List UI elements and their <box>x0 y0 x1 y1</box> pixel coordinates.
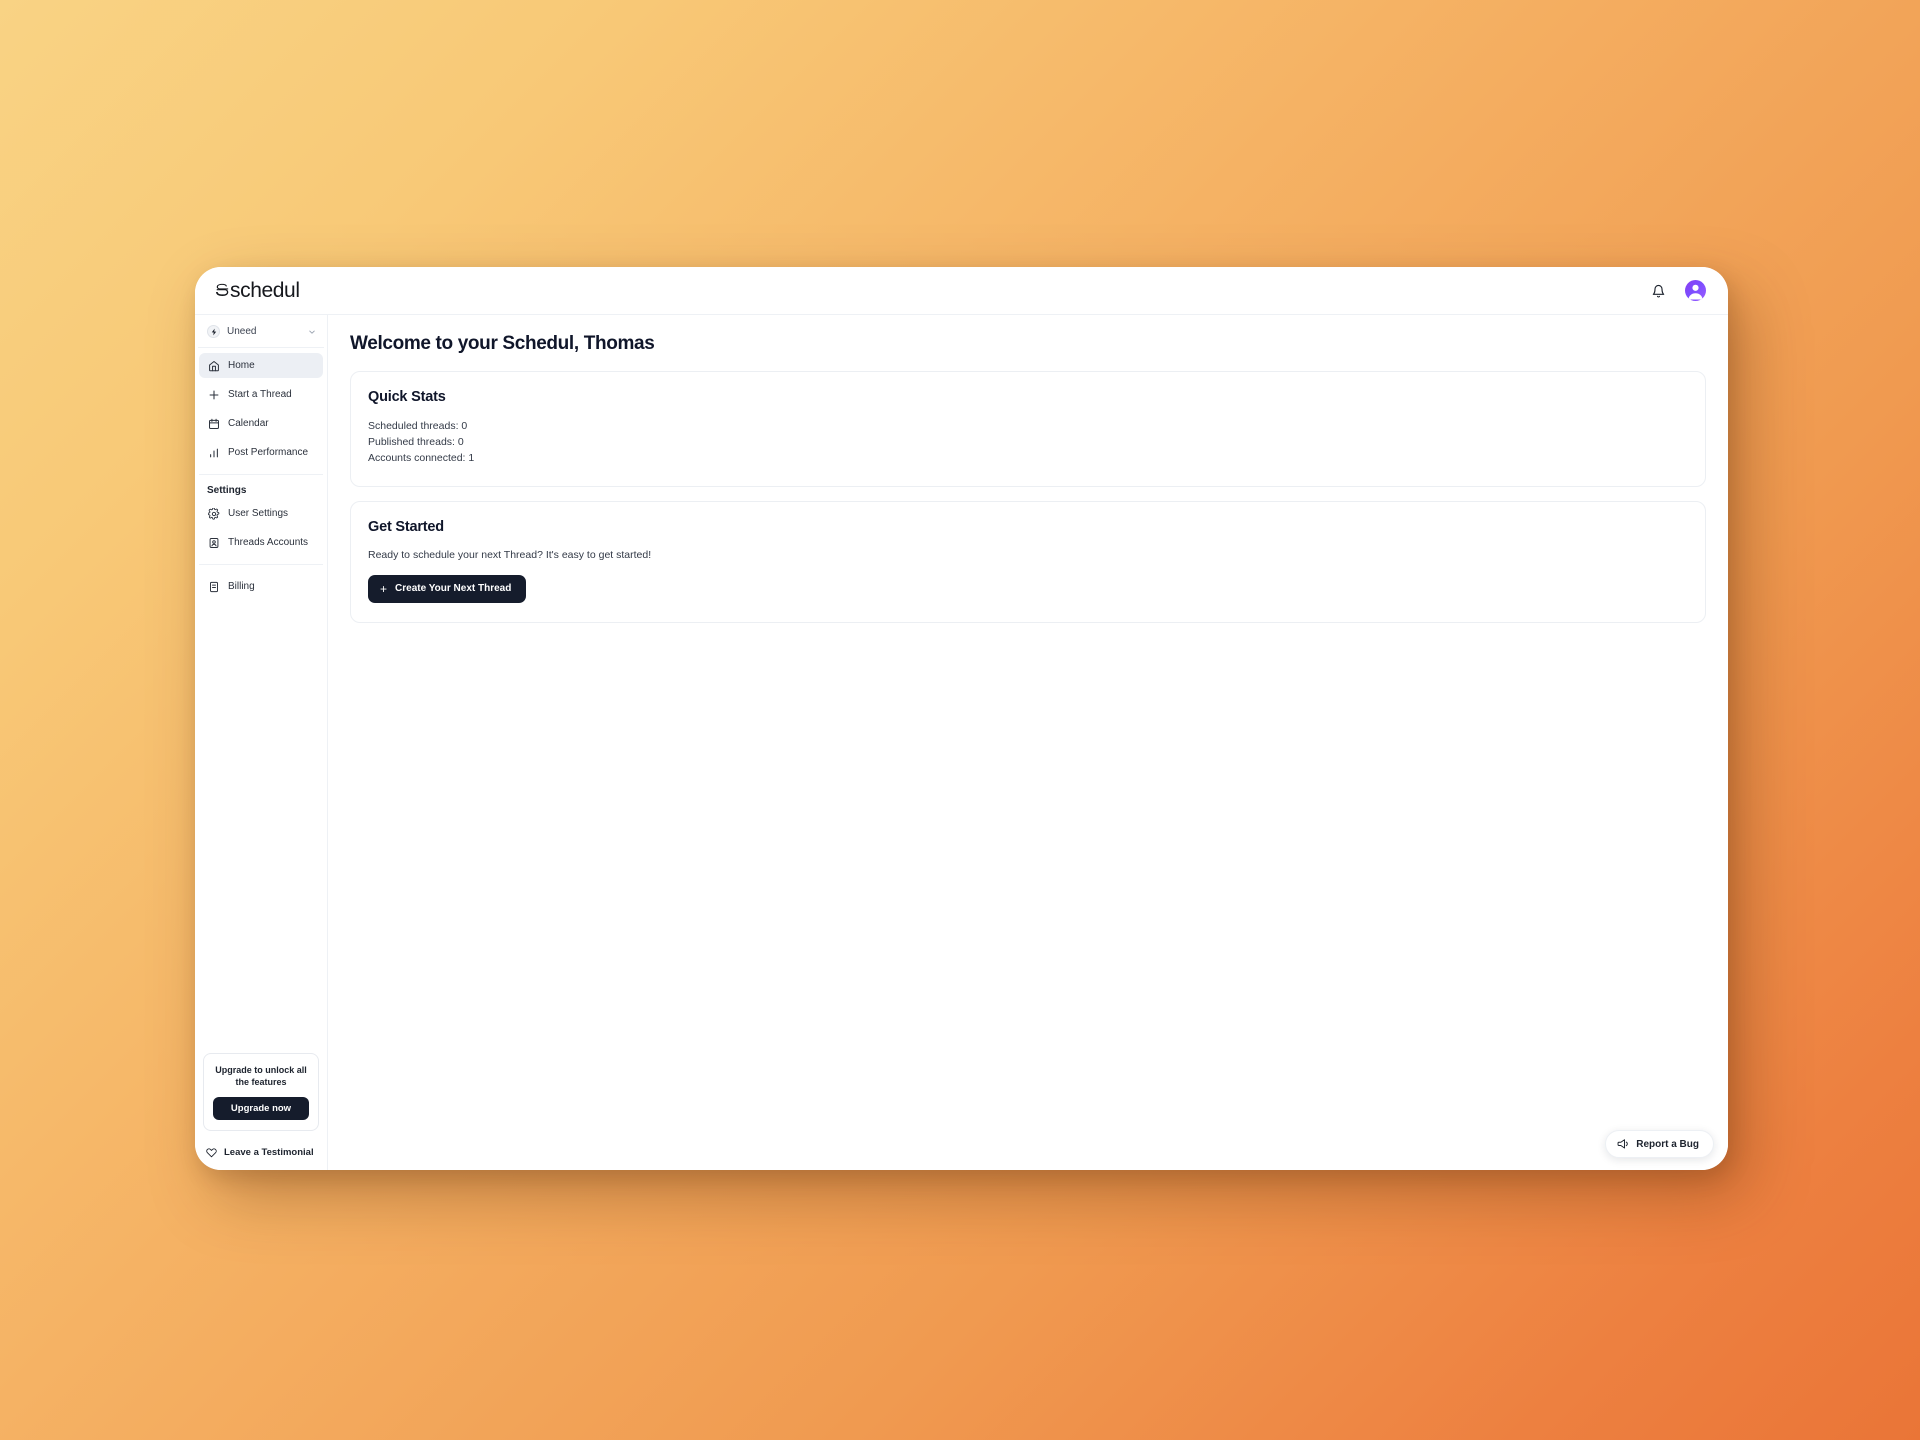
billing-card-icon <box>207 580 220 593</box>
stat-accounts-connected: Accounts connected: 1 <box>368 451 475 464</box>
upgrade-text: Upgrade to unlock all the features <box>215 1064 307 1087</box>
sidebar-item-threads-accounts[interactable]: Threads Accounts <box>199 530 323 555</box>
bar-chart-icon <box>207 446 220 459</box>
threads-account-icon <box>207 536 220 549</box>
main-content: Welcome to your Schedul, Thomas Quick St… <box>328 315 1728 1170</box>
bell-icon[interactable] <box>1647 280 1669 302</box>
sidebar-item-user-settings[interactable]: User Settings <box>199 501 323 526</box>
sidebar-item-billing[interactable]: Billing <box>199 574 323 599</box>
schedul-s-logo-icon <box>216 282 229 297</box>
get-started-description: Ready to schedule your next Thread? It's… <box>368 548 652 561</box>
header-actions <box>1647 280 1706 302</box>
gear-icon <box>207 507 220 520</box>
report-a-bug-label: Report a Bug <box>1636 1138 1699 1150</box>
report-a-bug-button[interactable]: Report a Bug <box>1605 1130 1714 1158</box>
sidebar-item-label: Start a Thread <box>228 389 292 400</box>
plus-icon: + <box>380 581 388 596</box>
app-window: schedul Uneed Home Start a Thread Calend… <box>195 267 1728 1170</box>
stat-published-threads: Published threads: 0 <box>368 435 464 448</box>
chevron-down-icon <box>308 328 316 336</box>
sidebar-item-label: Threads Accounts <box>228 537 309 548</box>
workspace-selector[interactable]: Uneed <box>198 315 324 348</box>
upgrade-now-button[interactable]: Upgrade now <box>213 1097 309 1120</box>
get-started-title: Get Started <box>368 518 444 535</box>
app-body: Uneed Home Start a Thread Calendar Post … <box>195 315 1728 1170</box>
page-title: Welcome to your Schedul, Thomas <box>350 333 655 354</box>
sidebar: Uneed Home Start a Thread Calendar Post … <box>195 315 328 1170</box>
quick-stats-card: Quick Stats Scheduled threads: 0 Publish… <box>350 371 1706 487</box>
heart-icon <box>206 1147 217 1158</box>
leave-testimonial-label: Leave a Testimonial <box>224 1147 314 1158</box>
settings-nav: User Settings Threads Accounts <box>195 501 327 559</box>
sidebar-item-start-a-thread[interactable]: Start a Thread <box>199 382 323 407</box>
sidebar-item-label: User Settings <box>228 508 289 519</box>
leave-testimonial-link[interactable]: Leave a Testimonial <box>195 1139 327 1170</box>
create-next-thread-button[interactable]: + Create Your Next Thread <box>368 574 527 603</box>
home-icon <box>207 359 220 372</box>
upgrade-card: Upgrade to unlock all the features Upgra… <box>203 1052 319 1131</box>
sidebar-item-post-performance[interactable]: Post Performance <box>199 440 323 465</box>
sidebar-item-label: Post Performance <box>228 447 309 458</box>
primary-nav: Home Start a Thread Calendar Post Perfor… <box>195 348 327 469</box>
sidebar-item-calendar[interactable]: Calendar <box>199 411 323 436</box>
megaphone-icon <box>1617 1138 1629 1150</box>
sidebar-section-title-settings: Settings <box>207 485 247 496</box>
sidebar-item-label: Calendar <box>228 418 269 429</box>
plus-icon <box>207 388 220 401</box>
calendar-icon <box>207 417 220 430</box>
sidebar-item-label: Billing <box>228 581 255 592</box>
quick-stats-title: Quick Stats <box>368 389 446 405</box>
app-header: schedul <box>195 267 1728 315</box>
sidebar-item-home[interactable]: Home <box>199 353 323 378</box>
stat-scheduled-threads: Scheduled threads: 0 <box>368 420 468 432</box>
billing-nav: Billing <box>195 565 327 603</box>
lightning-bolt-icon <box>207 325 220 338</box>
logo-word: schedul <box>230 278 300 302</box>
create-next-thread-label: Create Your Next Thread <box>395 583 512 595</box>
avatar[interactable] <box>1685 280 1706 301</box>
sidebar-item-label: Home <box>228 360 255 371</box>
logo-text: schedul <box>216 279 300 303</box>
app-logo[interactable]: schedul <box>216 279 300 303</box>
get-started-card: Get Started Ready to schedule your next … <box>350 500 1706 623</box>
workspace-name: Uneed <box>227 326 257 337</box>
